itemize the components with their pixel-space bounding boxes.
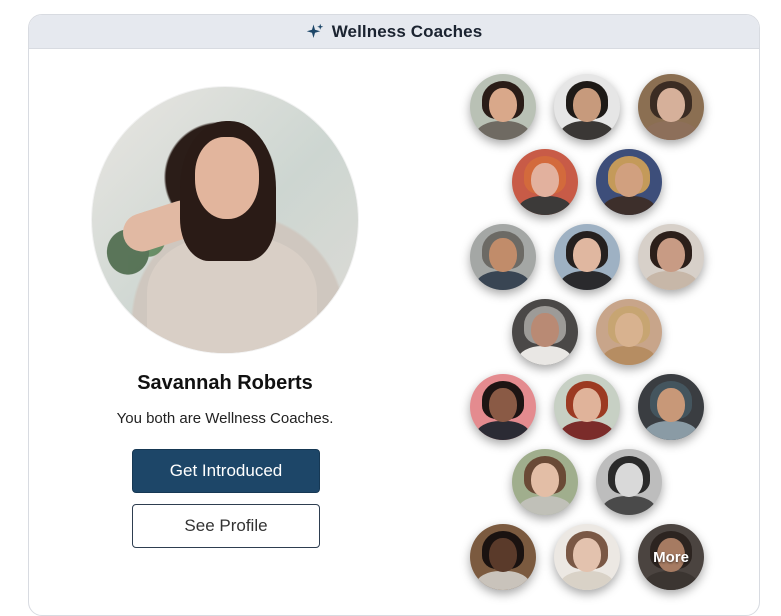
avatar-face — [573, 538, 601, 572]
avatar-body — [518, 346, 572, 365]
card-title: Wellness Coaches — [331, 21, 483, 41]
avatar-face — [573, 88, 601, 122]
coach-avatar[interactable] — [554, 374, 620, 440]
coach-avatar[interactable] — [470, 224, 536, 290]
coach-avatar[interactable] — [596, 449, 662, 515]
avatar-face — [573, 388, 601, 422]
coach-avatar[interactable] — [596, 149, 662, 215]
see-profile-button[interactable]: See Profile — [132, 504, 320, 548]
avatar-body — [518, 496, 572, 515]
coach-avatar[interactable] — [554, 74, 620, 140]
coach-avatar[interactable] — [470, 74, 536, 140]
coach-avatar[interactable] — [638, 374, 704, 440]
avatar-body — [560, 571, 614, 590]
coach-avatar[interactable] — [512, 449, 578, 515]
avatar-body — [560, 121, 614, 140]
coach-avatar[interactable] — [554, 524, 620, 590]
avatar-face — [657, 238, 685, 272]
avatar-body — [476, 571, 530, 590]
avatar-body — [602, 196, 656, 215]
avatar-face — [657, 388, 685, 422]
get-introduced-button[interactable]: Get Introduced — [132, 449, 320, 493]
avatar-face — [489, 88, 517, 122]
coach-avatar[interactable] — [470, 524, 536, 590]
avatar-face — [615, 313, 643, 347]
coach-avatar[interactable] — [470, 374, 536, 440]
coach-avatar[interactable] — [638, 74, 704, 140]
coach-avatar[interactable] — [512, 149, 578, 215]
coach-avatar[interactable] — [638, 224, 704, 290]
wellness-coaches-card: Wellness Coaches Savannah Roberts You bo… — [28, 14, 760, 616]
avatar-body — [602, 346, 656, 365]
avatar-body — [560, 421, 614, 440]
avatar-body — [476, 121, 530, 140]
avatar-face — [657, 88, 685, 122]
more-avatars-button[interactable]: More — [638, 524, 704, 590]
avatar-body — [560, 271, 614, 290]
avatar-face — [489, 538, 517, 572]
coach-avatar[interactable] — [512, 299, 578, 365]
avatar-face — [489, 238, 517, 272]
avatar-face — [489, 388, 517, 422]
photo-face — [195, 137, 259, 219]
avatar-body — [644, 421, 698, 440]
avatar-body — [602, 496, 656, 515]
avatar-face — [531, 463, 559, 497]
avatar-face — [615, 463, 643, 497]
avatar-face — [573, 238, 601, 272]
sparkle-icon — [306, 23, 324, 41]
avatar-body — [644, 271, 698, 290]
avatar-face — [531, 313, 559, 347]
coach-avatar[interactable] — [596, 299, 662, 365]
coach-avatar[interactable] — [554, 224, 620, 290]
avatar-body — [518, 196, 572, 215]
avatar-face — [531, 163, 559, 197]
card-header: Wellness Coaches — [29, 15, 759, 49]
more-label: More — [653, 548, 689, 566]
profile-subtitle: You both are Wellness Coaches. — [116, 410, 334, 427]
avatar-body — [476, 421, 530, 440]
profile-name: Savannah Roberts — [137, 372, 313, 394]
avatar-body — [476, 271, 530, 290]
profile-photo — [92, 87, 358, 353]
avatar-body — [644, 121, 698, 140]
avatar-face — [615, 163, 643, 197]
